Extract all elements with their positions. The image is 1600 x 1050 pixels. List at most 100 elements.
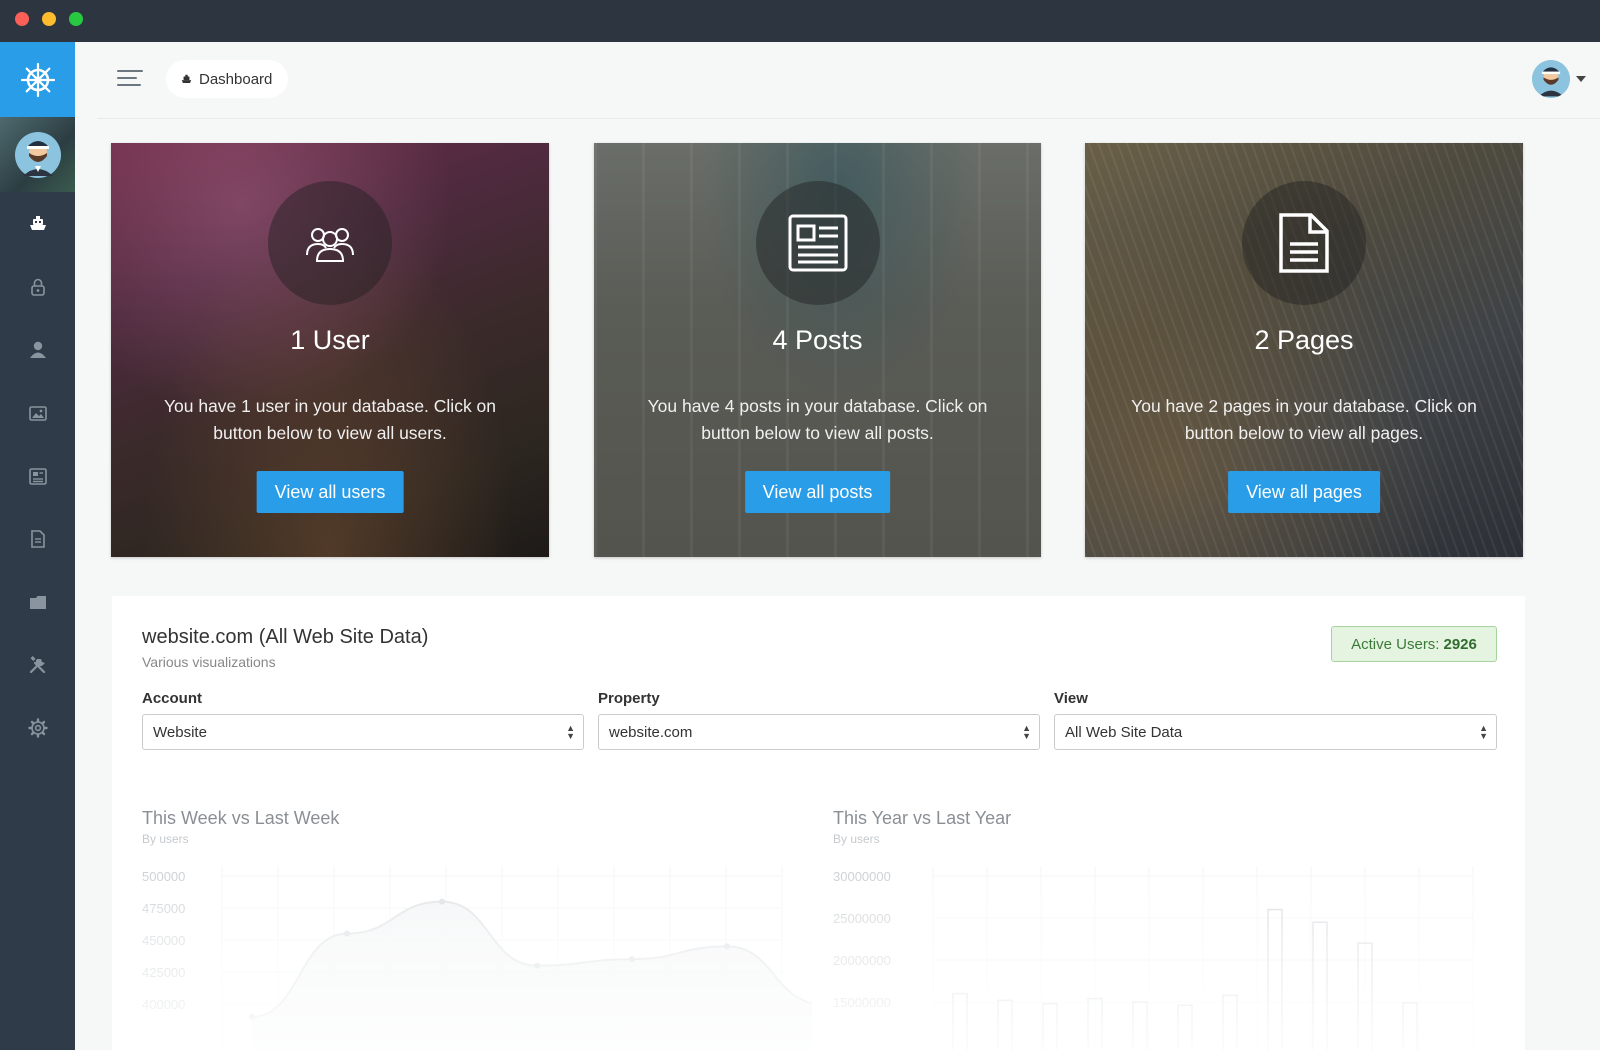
bar xyxy=(1312,921,1328,1050)
card-description: You have 4 posts in your database. Click… xyxy=(647,396,988,443)
sidebar-item-pages[interactable] xyxy=(0,507,75,570)
card-title: 2 Pages xyxy=(1254,325,1354,355)
posts-card: 4 Posts You have 4 posts in your databas… xyxy=(594,143,1041,557)
active-users-badge: Active Users: 2926 xyxy=(1331,626,1497,662)
data-point xyxy=(629,956,635,963)
select-arrows-icon: ▲ ▼ xyxy=(1479,723,1488,741)
analytics-title: website.com (All Web Site Data) xyxy=(142,626,429,648)
data-point xyxy=(344,930,350,937)
active-users-value: 2926 xyxy=(1443,635,1477,653)
main-content: Dashboard 1 User You have 1 user in your… xyxy=(75,42,1600,1050)
yearly-chart-subtitle: By users xyxy=(833,832,880,846)
property-label: Property xyxy=(598,690,660,707)
y-tick-label: 25000000 xyxy=(833,911,891,926)
sidebar-profile[interactable] xyxy=(0,117,75,192)
sidebar-item-users[interactable] xyxy=(0,318,75,381)
bar xyxy=(1132,1001,1148,1050)
sidebar-item-categories[interactable] xyxy=(0,570,75,633)
avatar xyxy=(14,131,61,178)
active-users-label: Active Users: xyxy=(1351,635,1440,653)
brand-logo[interactable] xyxy=(0,42,75,117)
view-all-users-button[interactable]: View all users xyxy=(256,471,404,513)
weekly-chart-title: This Week vs Last Week xyxy=(142,808,340,828)
posts-icon xyxy=(28,467,47,485)
sidebar-item-tools[interactable] xyxy=(0,633,75,696)
lock-icon xyxy=(30,278,45,296)
breadcrumb[interactable]: Dashboard xyxy=(166,60,289,98)
pages-icon xyxy=(30,529,45,548)
select-arrows-icon: ▲ ▼ xyxy=(1022,723,1031,741)
view-label: View xyxy=(1054,690,1088,707)
card-title: 1 User xyxy=(290,325,370,355)
view-all-pages-button[interactable]: View all pages xyxy=(1228,471,1380,513)
y-tick-label: 20000000 xyxy=(833,953,891,968)
window-titlebar xyxy=(0,0,1600,42)
bar xyxy=(1222,994,1238,1050)
card-icon-circle xyxy=(755,181,880,305)
series-area xyxy=(252,901,812,1050)
account-select[interactable]: Website ▲ ▼ xyxy=(142,714,584,750)
account-select-value: Website xyxy=(153,723,207,741)
card-title: 4 Posts xyxy=(772,325,863,355)
sidebar xyxy=(0,42,75,1050)
property-select[interactable]: website.com ▲ ▼ xyxy=(598,714,1040,750)
y-tick-label: 400000 xyxy=(142,997,185,1012)
users-card: 1 User You have 1 user in your database.… xyxy=(111,143,549,557)
boat-icon xyxy=(181,74,192,83)
data-point xyxy=(534,962,540,969)
y-tick-label: 500000 xyxy=(142,869,185,884)
sidebar-item-dashboard[interactable] xyxy=(0,192,75,255)
menu-toggle-icon[interactable] xyxy=(117,70,143,90)
y-tick-label: 425000 xyxy=(142,965,185,980)
avatar xyxy=(1532,60,1570,98)
users-icon xyxy=(306,228,354,262)
data-point xyxy=(249,1013,255,1020)
view-select-value: All Web Site Data xyxy=(1065,723,1183,741)
bar xyxy=(1402,1002,1418,1050)
bar xyxy=(1042,1002,1058,1050)
sidebar-item-security[interactable] xyxy=(0,255,75,318)
bar xyxy=(997,999,1013,1050)
data-point xyxy=(724,943,730,950)
user-avatar[interactable] xyxy=(1532,60,1570,98)
bar xyxy=(1267,908,1283,1050)
document-icon xyxy=(1279,213,1329,273)
sidebar-item-posts[interactable] xyxy=(0,444,75,507)
media-icon xyxy=(28,405,47,421)
weekly-chart-subtitle: By users xyxy=(142,832,189,846)
card-icon-circle xyxy=(1242,181,1366,305)
pages-card: 2 Pages You have 2 pages in your databas… xyxy=(1085,143,1523,557)
card-icon-circle xyxy=(268,181,392,305)
minimize-window-button[interactable] xyxy=(42,12,56,26)
select-arrows-icon: ▲ ▼ xyxy=(566,723,575,741)
breadcrumb-label: Dashboard xyxy=(199,70,273,88)
property-select-value: website.com xyxy=(609,723,693,741)
y-tick-label: 450000 xyxy=(142,933,185,948)
folder-icon xyxy=(29,595,46,609)
yearly-chart-title: This Year vs Last Year xyxy=(833,808,1012,828)
ship-wheel-icon xyxy=(20,62,55,97)
maximize-window-button[interactable] xyxy=(69,12,83,26)
topbar: Dashboard xyxy=(97,42,1600,119)
sidebar-item-media[interactable] xyxy=(0,381,75,444)
close-window-button[interactable] xyxy=(15,12,29,26)
analytics-subtitle: Various visualizations xyxy=(142,654,276,670)
card-description: You have 2 pages in your database. Click… xyxy=(1131,396,1477,443)
boat-icon xyxy=(29,215,46,230)
weekly-line-chart: 500000 475000 450000 425000 400000 xyxy=(142,866,812,1050)
user-icon xyxy=(29,341,46,358)
tools-icon xyxy=(29,655,45,673)
y-tick-label: 15000000 xyxy=(833,995,891,1010)
y-tick-label: 30000000 xyxy=(833,869,891,884)
chevron-down-icon[interactable] xyxy=(1576,76,1586,82)
bar xyxy=(1177,1004,1193,1050)
analytics-panel: website.com (All Web Site Data) Various … xyxy=(112,596,1525,1050)
view-select[interactable]: All Web Site Data ▲ ▼ xyxy=(1054,714,1497,750)
card-description: You have 1 user in your database. Click … xyxy=(163,396,497,443)
account-label: Account xyxy=(142,690,202,707)
newspaper-icon xyxy=(788,214,847,272)
data-point xyxy=(439,898,445,905)
sidebar-item-settings[interactable] xyxy=(0,696,75,759)
yearly-bar-chart: 30000000 25000000 20000000 15000000 xyxy=(833,866,1474,1050)
view-all-posts-button[interactable]: View all posts xyxy=(744,471,891,513)
